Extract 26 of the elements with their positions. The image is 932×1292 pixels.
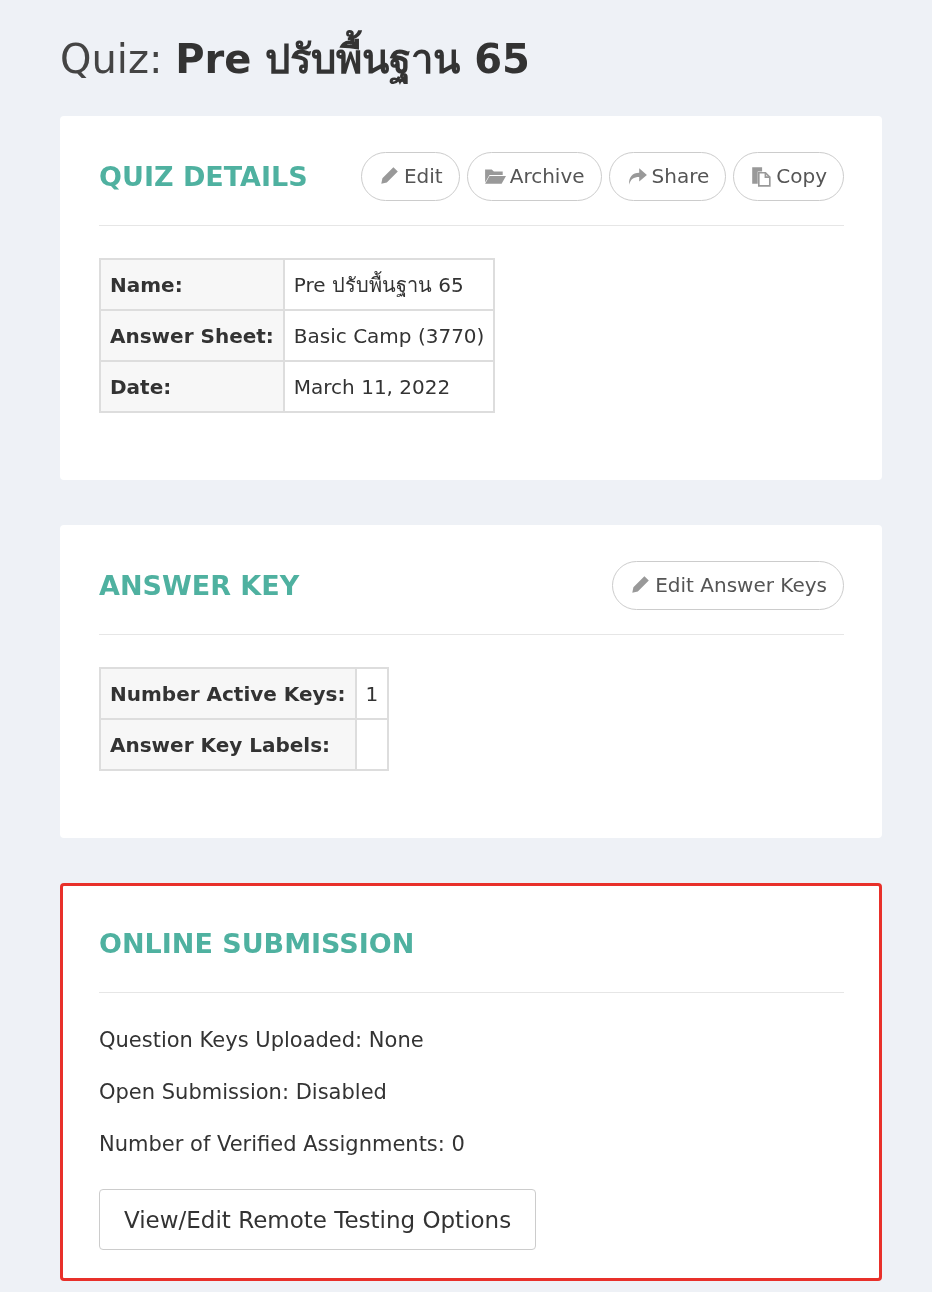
action-button[interactable]: Edit bbox=[360, 151, 460, 201]
status-text: Number of Verified Assignments: 0 bbox=[99, 1131, 466, 1158]
table-label-cell: Answer Sheet: bbox=[100, 310, 284, 361]
action-button[interactable]: Copy bbox=[733, 151, 844, 201]
table-value-cell: March 11, 2022 bbox=[283, 361, 495, 412]
quiz-name: Pre ปรับพื้นฐาน 65 bbox=[175, 24, 530, 94]
table-value-cell: 1 bbox=[355, 668, 389, 719]
table-value-cell: Basic Camp (3770) bbox=[283, 310, 495, 361]
status-text: Question Keys Uploaded: None bbox=[99, 1027, 425, 1054]
table-label-cell: Date: bbox=[100, 361, 284, 412]
action-button[interactable]: Archive bbox=[466, 151, 602, 201]
table-label-cell: Answer Key Labels: bbox=[100, 719, 356, 770]
options-button[interactable]: View/Edit Remote Testing Options bbox=[99, 1189, 537, 1250]
section-heading: ANSWER KEY bbox=[99, 569, 300, 601]
page-title-prefix: Quiz: bbox=[60, 35, 163, 84]
action-button[interactable]: Edit Answer Keys bbox=[612, 560, 844, 610]
table-value-cell bbox=[355, 719, 389, 770]
status-text: Open Submission: Disabled bbox=[99, 1079, 388, 1106]
section-heading: ONLINE SUBMISSION bbox=[99, 927, 415, 959]
table-label-cell: Number Active Keys: bbox=[100, 668, 356, 719]
table-label-cell: Name: bbox=[100, 259, 284, 310]
table-value-cell: Pre ปรับพื้นฐาน 65 bbox=[283, 259, 495, 310]
section-heading: QUIZ DETAILS bbox=[99, 160, 308, 192]
pencil-icon bbox=[629, 574, 652, 596]
copy-icon bbox=[750, 165, 773, 187]
action-button[interactable]: Share bbox=[608, 151, 727, 201]
